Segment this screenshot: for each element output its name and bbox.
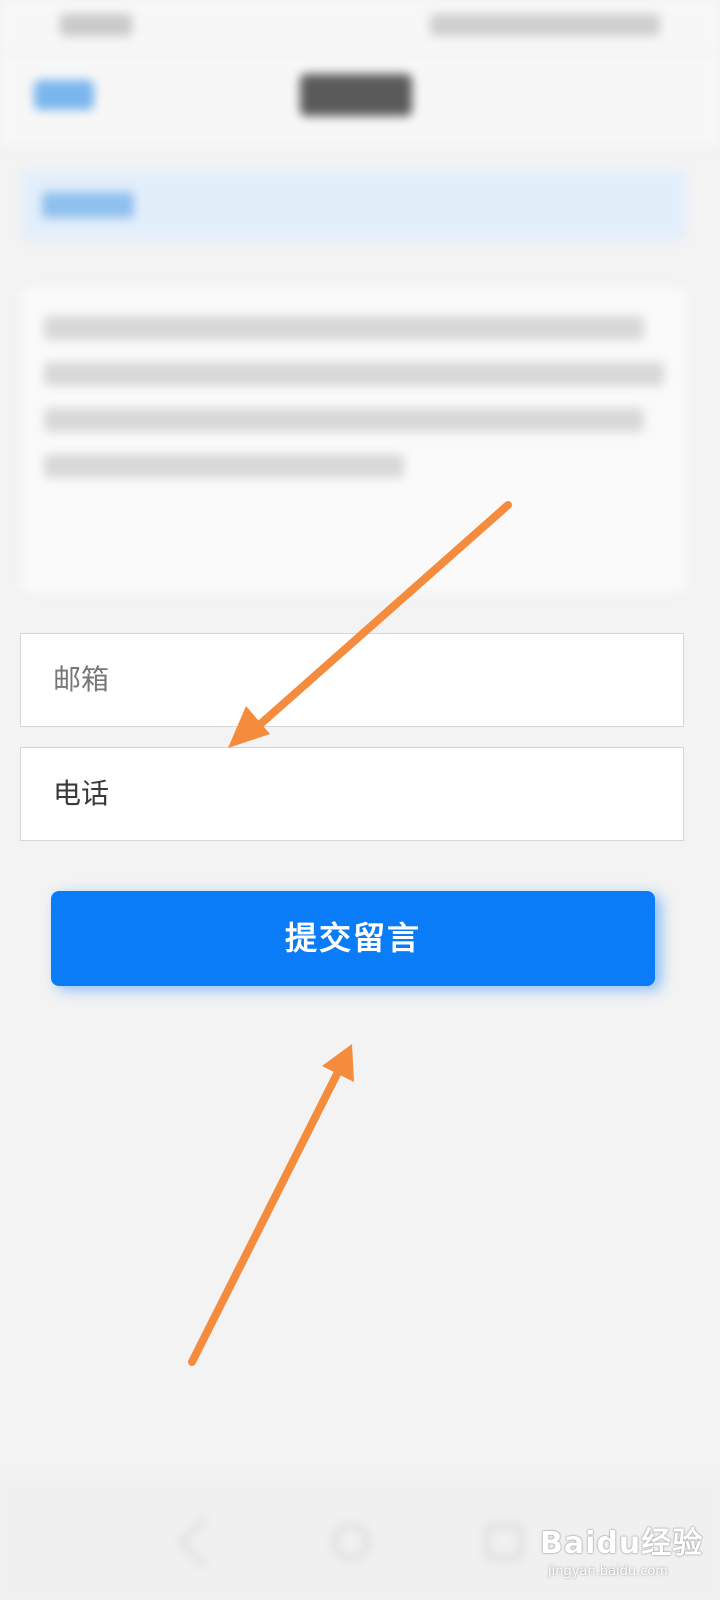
home-icon[interactable] — [333, 1524, 369, 1560]
notice-text — [42, 192, 134, 218]
email-field[interactable]: 邮箱 — [20, 633, 684, 727]
back-button[interactable] — [34, 80, 94, 110]
arrow-to-submit-button — [188, 1044, 354, 1366]
message-line — [44, 454, 404, 478]
status-bar — [0, 0, 720, 54]
recent-apps-icon[interactable] — [486, 1524, 522, 1560]
page-title — [300, 74, 412, 116]
watermark: Baidu经验 jingyan.baidu.com — [540, 1518, 710, 1590]
message-line — [44, 316, 644, 340]
status-indicators — [430, 14, 660, 36]
submit-message-button[interactable]: 提交留言 — [51, 891, 655, 986]
phone-field[interactable]: 电话 — [20, 747, 684, 841]
back-icon[interactable] — [178, 1516, 230, 1568]
status-time — [60, 14, 132, 36]
watermark-brand: Baidu经验 — [540, 1526, 704, 1561]
watermark-url: jingyan.baidu.com — [548, 1564, 668, 1579]
message-line — [44, 408, 644, 432]
message-card — [22, 288, 686, 592]
notice-bar — [22, 170, 686, 240]
message-line — [44, 362, 664, 386]
nav-bar — [0, 54, 720, 146]
